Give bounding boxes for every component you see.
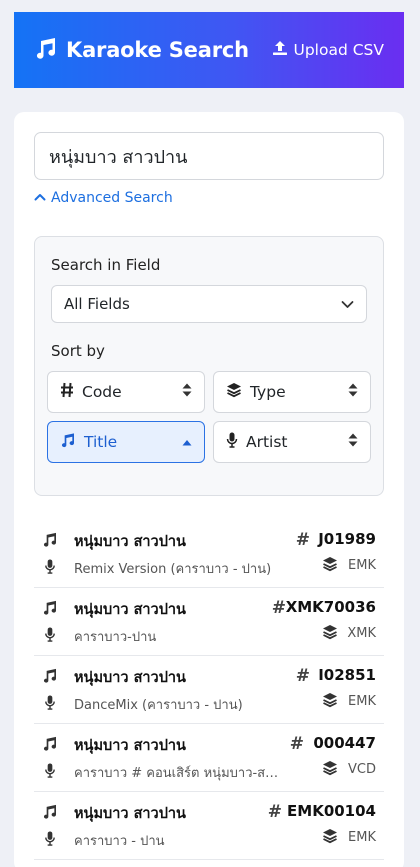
hash-icon: # [295, 530, 310, 550]
upload-csv-label: Upload CSV [293, 41, 384, 59]
song-title: หนุ่มบาว สาวปาน [74, 738, 186, 754]
hash-icon: # [295, 666, 310, 686]
hash-icon: # [267, 802, 282, 822]
result-row[interactable]: หนุ่มบาว สาวปาน # EMK00104 คาราบาว - ปาน… [34, 792, 384, 860]
search-field-select[interactable]: All Fields [51, 285, 367, 323]
song-artist: คาราบาว - ปาน [74, 834, 165, 849]
sort-code-button[interactable]: Code [47, 371, 205, 413]
song-type: XMK [347, 626, 376, 641]
app-header: Karaoke Search Upload CSV [14, 12, 404, 88]
results-list: หนุ่มบาว สาวปาน # J01989 Remix Version (… [34, 520, 384, 860]
result-row[interactable]: หนุ่มบาว สาวปาน # I02851 DanceMix (คาราบ… [34, 656, 384, 724]
music-note-icon [60, 432, 76, 452]
sort-by-label: Sort by [51, 342, 105, 360]
sort-title-button[interactable]: Title [47, 421, 205, 463]
music-note-icon [42, 736, 58, 755]
advanced-search-panel: Search in Field All Fields Sort by Code … [34, 236, 384, 496]
search-field-value: All Fields [64, 295, 130, 313]
sort-title-label: Title [84, 433, 118, 451]
advanced-search-toggle[interactable]: Advanced Search [34, 190, 173, 206]
chevron-down-icon [341, 295, 354, 313]
layers-icon [226, 382, 242, 402]
microphone-icon [44, 627, 56, 646]
microphone-icon [44, 695, 56, 714]
song-artist: Remix Version (คาราบาว - ปาน) [74, 562, 272, 577]
song-title: หนุ่มบาว สาวปาน [74, 806, 186, 822]
song-code: 000447 [313, 734, 376, 752]
song-artist: คาราบาว # คอนเสิร์ต หนุ่มบาว-สาวปาน [74, 766, 284, 781]
song-code: XMK70036 [285, 598, 376, 616]
song-type: EMK [348, 830, 376, 845]
song-title: หนุ่มบาว สาวปาน [74, 602, 186, 618]
hash-icon [60, 382, 74, 402]
sort-icon [348, 433, 358, 451]
search-card: Advanced Search Search in Field All Fiel… [14, 112, 404, 867]
layers-icon [322, 828, 338, 848]
microphone-icon [226, 432, 238, 452]
song-code: J01989 [318, 530, 376, 548]
sort-code-label: Code [82, 383, 122, 401]
song-code: EMK00104 [287, 802, 376, 820]
sort-artist-label: Artist [246, 433, 288, 451]
song-code: I02851 [318, 666, 376, 684]
layers-icon [322, 760, 338, 780]
result-row[interactable]: หนุ่มบาว สาวปาน # J01989 Remix Version (… [34, 520, 384, 588]
song-artist: คาราบาว-ปาน [74, 630, 157, 645]
search-input[interactable] [34, 132, 384, 180]
layers-icon [322, 624, 338, 644]
sort-icon [348, 383, 358, 401]
song-type: EMK [348, 558, 376, 573]
song-type: EMK [348, 694, 376, 709]
microphone-icon [44, 831, 56, 850]
microphone-icon [44, 559, 56, 578]
music-note-icon [42, 600, 58, 619]
microphone-icon [44, 763, 56, 782]
song-title: หนุ่มบาว สาวปาน [74, 534, 186, 550]
sort-icon [182, 383, 192, 401]
song-type: VCD [348, 762, 376, 777]
music-note-icon [34, 37, 58, 63]
hash-icon: # [289, 734, 304, 754]
advanced-search-label: Advanced Search [51, 190, 173, 206]
layers-icon [322, 556, 338, 576]
song-artist: DanceMix (คาราบาว - ปาน) [74, 698, 243, 713]
sort-artist-button[interactable]: Artist [213, 421, 371, 463]
upload-csv-button[interactable]: Upload CSV [272, 40, 384, 60]
song-title: หนุ่มบาว สาวปาน [74, 670, 186, 686]
music-note-icon [42, 668, 58, 687]
search-field-label: Search in Field [51, 256, 161, 274]
sort-ascending-icon [182, 433, 192, 451]
chevron-up-icon [34, 190, 46, 206]
hash-icon: # [271, 598, 286, 618]
layers-icon [322, 692, 338, 712]
sort-type-button[interactable]: Type [213, 371, 371, 413]
result-row[interactable]: หนุ่มบาว สาวปาน # XMK70036 คาราบาว-ปาน X… [34, 588, 384, 656]
music-note-icon [42, 804, 58, 823]
music-note-icon [42, 532, 58, 551]
app-title: Karaoke Search [66, 38, 249, 62]
upload-icon [272, 40, 288, 60]
result-row[interactable]: หนุ่มบาว สาวปาน # 000447 คาราบาว # คอนเส… [34, 724, 384, 792]
sort-type-label: Type [250, 383, 286, 401]
brand: Karaoke Search [34, 37, 249, 63]
